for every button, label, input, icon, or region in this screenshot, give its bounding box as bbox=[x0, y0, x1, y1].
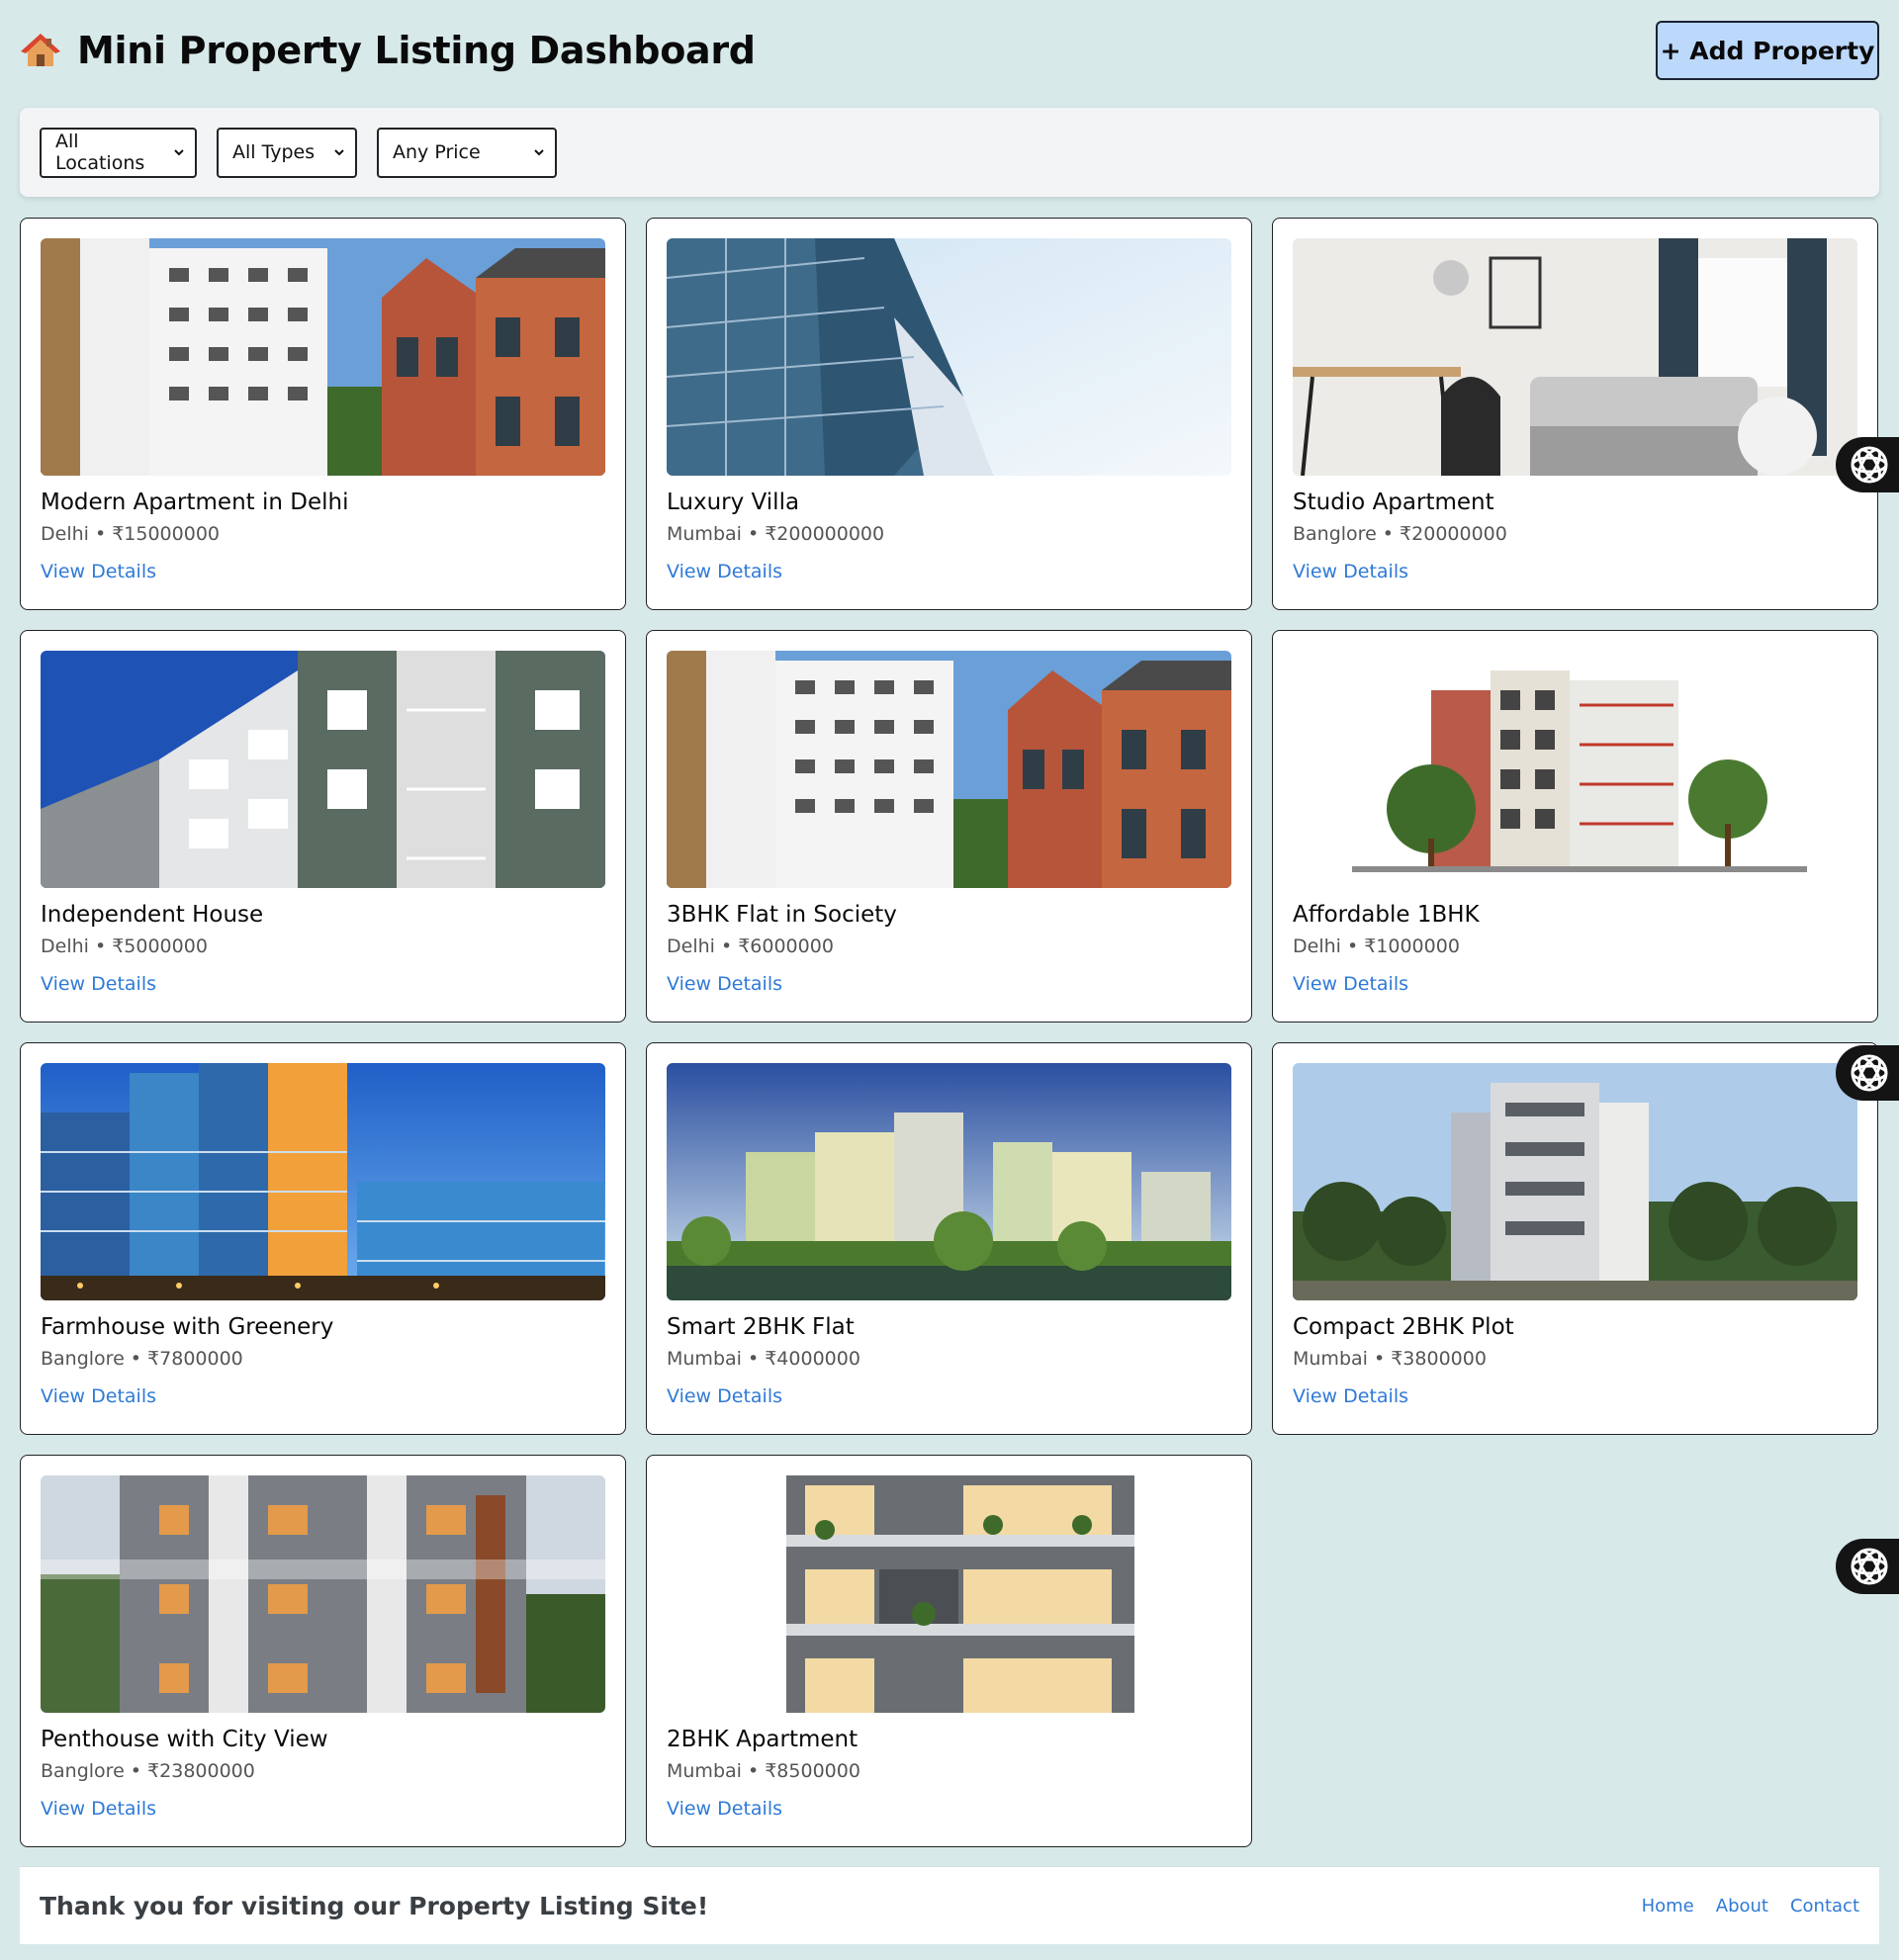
property-meta: Banglore • ₹7800000 bbox=[41, 1348, 243, 1370]
view-details-link[interactable]: View Details bbox=[1293, 973, 1408, 995]
property-card: Luxury Villa Mumbai • ₹200000000 View De… bbox=[646, 218, 1252, 610]
view-details-link[interactable]: View Details bbox=[667, 1385, 782, 1407]
property-card: 2BHK Apartment Mumbai • ₹8500000 View De… bbox=[646, 1455, 1252, 1847]
price-select-value: Any Price bbox=[393, 141, 481, 163]
property-photo bbox=[41, 651, 605, 888]
property-title: Farmhouse with Greenery bbox=[41, 1314, 334, 1340]
view-details-link[interactable]: View Details bbox=[667, 561, 782, 582]
property-photo bbox=[667, 1063, 1231, 1300]
property-card: Independent House Delhi • ₹5000000 View … bbox=[20, 630, 626, 1023]
add-property-button[interactable]: + Add Property bbox=[1656, 21, 1879, 80]
chevron-down-icon bbox=[334, 149, 344, 156]
assistant-widget-button[interactable] bbox=[1836, 1045, 1899, 1101]
property-meta: Mumbai • ₹200000000 bbox=[667, 523, 885, 545]
property-meta: Banglore • ₹23800000 bbox=[41, 1760, 255, 1782]
house-icon bbox=[20, 30, 61, 71]
footer: Thank you for visiting our Property List… bbox=[20, 1867, 1879, 1944]
view-details-link[interactable]: View Details bbox=[1293, 561, 1408, 582]
footer-nav: Home About Contact bbox=[1642, 1896, 1859, 1916]
property-meta: Mumbai • ₹3800000 bbox=[1293, 1348, 1487, 1370]
property-card: Affordable 1BHK Delhi • ₹1000000 View De… bbox=[1272, 630, 1878, 1023]
property-card: Studio Apartment Banglore • ₹20000000 Vi… bbox=[1272, 218, 1878, 610]
property-photo bbox=[1293, 651, 1857, 888]
openai-icon bbox=[1851, 1548, 1888, 1585]
property-meta: Delhi • ₹6000000 bbox=[667, 935, 834, 957]
property-card: 3BHK Flat in Society Delhi • ₹6000000 Vi… bbox=[646, 630, 1252, 1023]
property-card: Modern Apartment in Delhi Delhi • ₹15000… bbox=[20, 218, 626, 610]
filter-bar: All Locations All Types Any Price bbox=[20, 108, 1879, 197]
property-meta: Mumbai • ₹8500000 bbox=[667, 1760, 860, 1782]
property-photo bbox=[1293, 1063, 1857, 1300]
property-title: Compact 2BHK Plot bbox=[1293, 1314, 1514, 1340]
property-title: 2BHK Apartment bbox=[667, 1727, 859, 1752]
assistant-widget-button[interactable] bbox=[1836, 1539, 1899, 1594]
openai-icon bbox=[1851, 446, 1888, 484]
openai-icon bbox=[1851, 1054, 1888, 1092]
price-select[interactable]: Any Price bbox=[377, 127, 557, 178]
property-card: Penthouse with City View Banglore • ₹238… bbox=[20, 1455, 626, 1847]
property-title: Affordable 1BHK bbox=[1293, 902, 1480, 928]
footer-message: Thank you for visiting our Property List… bbox=[40, 1891, 709, 1920]
location-select[interactable]: All Locations bbox=[40, 127, 197, 178]
property-title: Studio Apartment bbox=[1293, 490, 1494, 515]
chevron-down-icon bbox=[534, 149, 544, 156]
header: Mini Property Listing Dashboard + Add Pr… bbox=[20, 20, 1879, 81]
view-details-link[interactable]: View Details bbox=[667, 973, 782, 995]
view-details-link[interactable]: View Details bbox=[41, 973, 156, 995]
view-details-link[interactable]: View Details bbox=[1293, 1385, 1408, 1407]
type-select-value: All Types bbox=[232, 141, 316, 163]
assistant-widget-button[interactable] bbox=[1836, 437, 1899, 492]
property-photo bbox=[41, 1475, 605, 1713]
property-card: Compact 2BHK Plot Mumbai • ₹3800000 View… bbox=[1272, 1042, 1878, 1435]
footer-link-about[interactable]: About bbox=[1716, 1896, 1768, 1916]
property-photo bbox=[667, 1475, 1231, 1713]
property-photo bbox=[41, 1063, 605, 1300]
brand: Mini Property Listing Dashboard bbox=[20, 29, 756, 72]
view-details-link[interactable]: View Details bbox=[667, 1798, 782, 1820]
footer-link-contact[interactable]: Contact bbox=[1790, 1896, 1859, 1916]
property-card: Farmhouse with Greenery Banglore • ₹7800… bbox=[20, 1042, 626, 1435]
property-meta: Mumbai • ₹4000000 bbox=[667, 1348, 860, 1370]
page-title: Mini Property Listing Dashboard bbox=[77, 29, 756, 72]
property-photo bbox=[41, 238, 605, 476]
property-meta: Delhi • ₹1000000 bbox=[1293, 935, 1460, 957]
property-title: Smart 2BHK Flat bbox=[667, 1314, 855, 1340]
location-select-value: All Locations bbox=[55, 131, 145, 174]
property-title: 3BHK Flat in Society bbox=[667, 902, 897, 928]
view-details-link[interactable]: View Details bbox=[41, 1385, 156, 1407]
view-details-link[interactable]: View Details bbox=[41, 561, 156, 582]
footer-link-home[interactable]: Home bbox=[1642, 1896, 1694, 1916]
property-photo bbox=[667, 238, 1231, 476]
property-meta: Delhi • ₹15000000 bbox=[41, 523, 221, 545]
property-title: Modern Apartment in Delhi bbox=[41, 490, 349, 515]
property-title: Independent House bbox=[41, 902, 264, 928]
chevron-down-icon bbox=[174, 149, 184, 156]
view-details-link[interactable]: View Details bbox=[41, 1798, 156, 1820]
property-photo bbox=[667, 651, 1231, 888]
property-card: Smart 2BHK Flat Mumbai • ₹4000000 View D… bbox=[646, 1042, 1252, 1435]
property-meta: Delhi • ₹5000000 bbox=[41, 935, 208, 957]
property-photo bbox=[1293, 238, 1857, 476]
property-title: Penthouse with City View bbox=[41, 1727, 328, 1752]
type-select[interactable]: All Types bbox=[217, 127, 357, 178]
property-title: Luxury Villa bbox=[667, 490, 800, 515]
property-meta: Banglore • ₹20000000 bbox=[1293, 523, 1507, 545]
